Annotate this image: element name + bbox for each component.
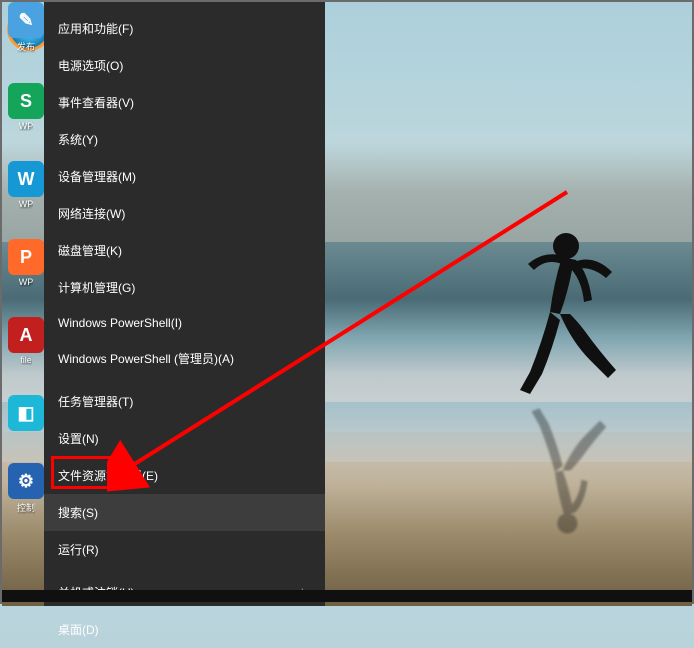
desktop-icons-column: ✎发布 SWP WWP PWP Afile ◧ ⚙控制 bbox=[6, 2, 46, 514]
desktop-icon[interactable]: ✎发布 bbox=[6, 2, 46, 53]
menu-item-taskmgr[interactable]: 任务管理器(T) bbox=[44, 383, 325, 420]
menu-item-search[interactable]: 搜索(S) bbox=[44, 494, 325, 531]
menu-item-ps[interactable]: Windows PowerShell(I) bbox=[44, 306, 325, 340]
menu-item-run[interactable]: 运行(R) bbox=[44, 531, 325, 568]
desktop-icon[interactable]: ⚙控制 bbox=[6, 463, 46, 514]
menu-item-event[interactable]: 事件查看器(V) bbox=[44, 84, 325, 121]
menu-item-psadmin[interactable]: Windows PowerShell (管理员)(A) bbox=[44, 340, 325, 377]
menu-item-apps[interactable]: 应用和功能(F) bbox=[44, 10, 325, 47]
menu-item-disk[interactable]: 磁盘管理(K) bbox=[44, 232, 325, 269]
menu-item-explorer[interactable]: 文件资源管理器(E) bbox=[44, 457, 325, 494]
desktop-icon[interactable]: SWP bbox=[6, 83, 46, 131]
winx-menu: 应用和功能(F) 电源选项(O) 事件查看器(V) 系统(Y) 设备管理器(M)… bbox=[44, 2, 325, 606]
menu-item-device[interactable]: 设备管理器(M) bbox=[44, 158, 325, 195]
menu-item-desktop[interactable]: 桌面(D) bbox=[44, 611, 325, 648]
taskbar[interactable] bbox=[2, 590, 692, 602]
desktop-icon[interactable]: PWP bbox=[6, 239, 46, 287]
runner-reflection bbox=[512, 402, 632, 542]
runner-silhouette bbox=[512, 222, 632, 402]
menu-item-system[interactable]: 系统(Y) bbox=[44, 121, 325, 158]
menu-item-power[interactable]: 电源选项(O) bbox=[44, 47, 325, 84]
menu-item-network[interactable]: 网络连接(W) bbox=[44, 195, 325, 232]
desktop-icon[interactable]: WWP bbox=[6, 161, 46, 209]
desktop-icon[interactable]: ◧ bbox=[6, 395, 46, 433]
menu-item-settings[interactable]: 设置(N) bbox=[44, 420, 325, 457]
menu-item-compmgmt[interactable]: 计算机管理(G) bbox=[44, 269, 325, 306]
desktop-icon[interactable]: Afile bbox=[6, 317, 46, 365]
